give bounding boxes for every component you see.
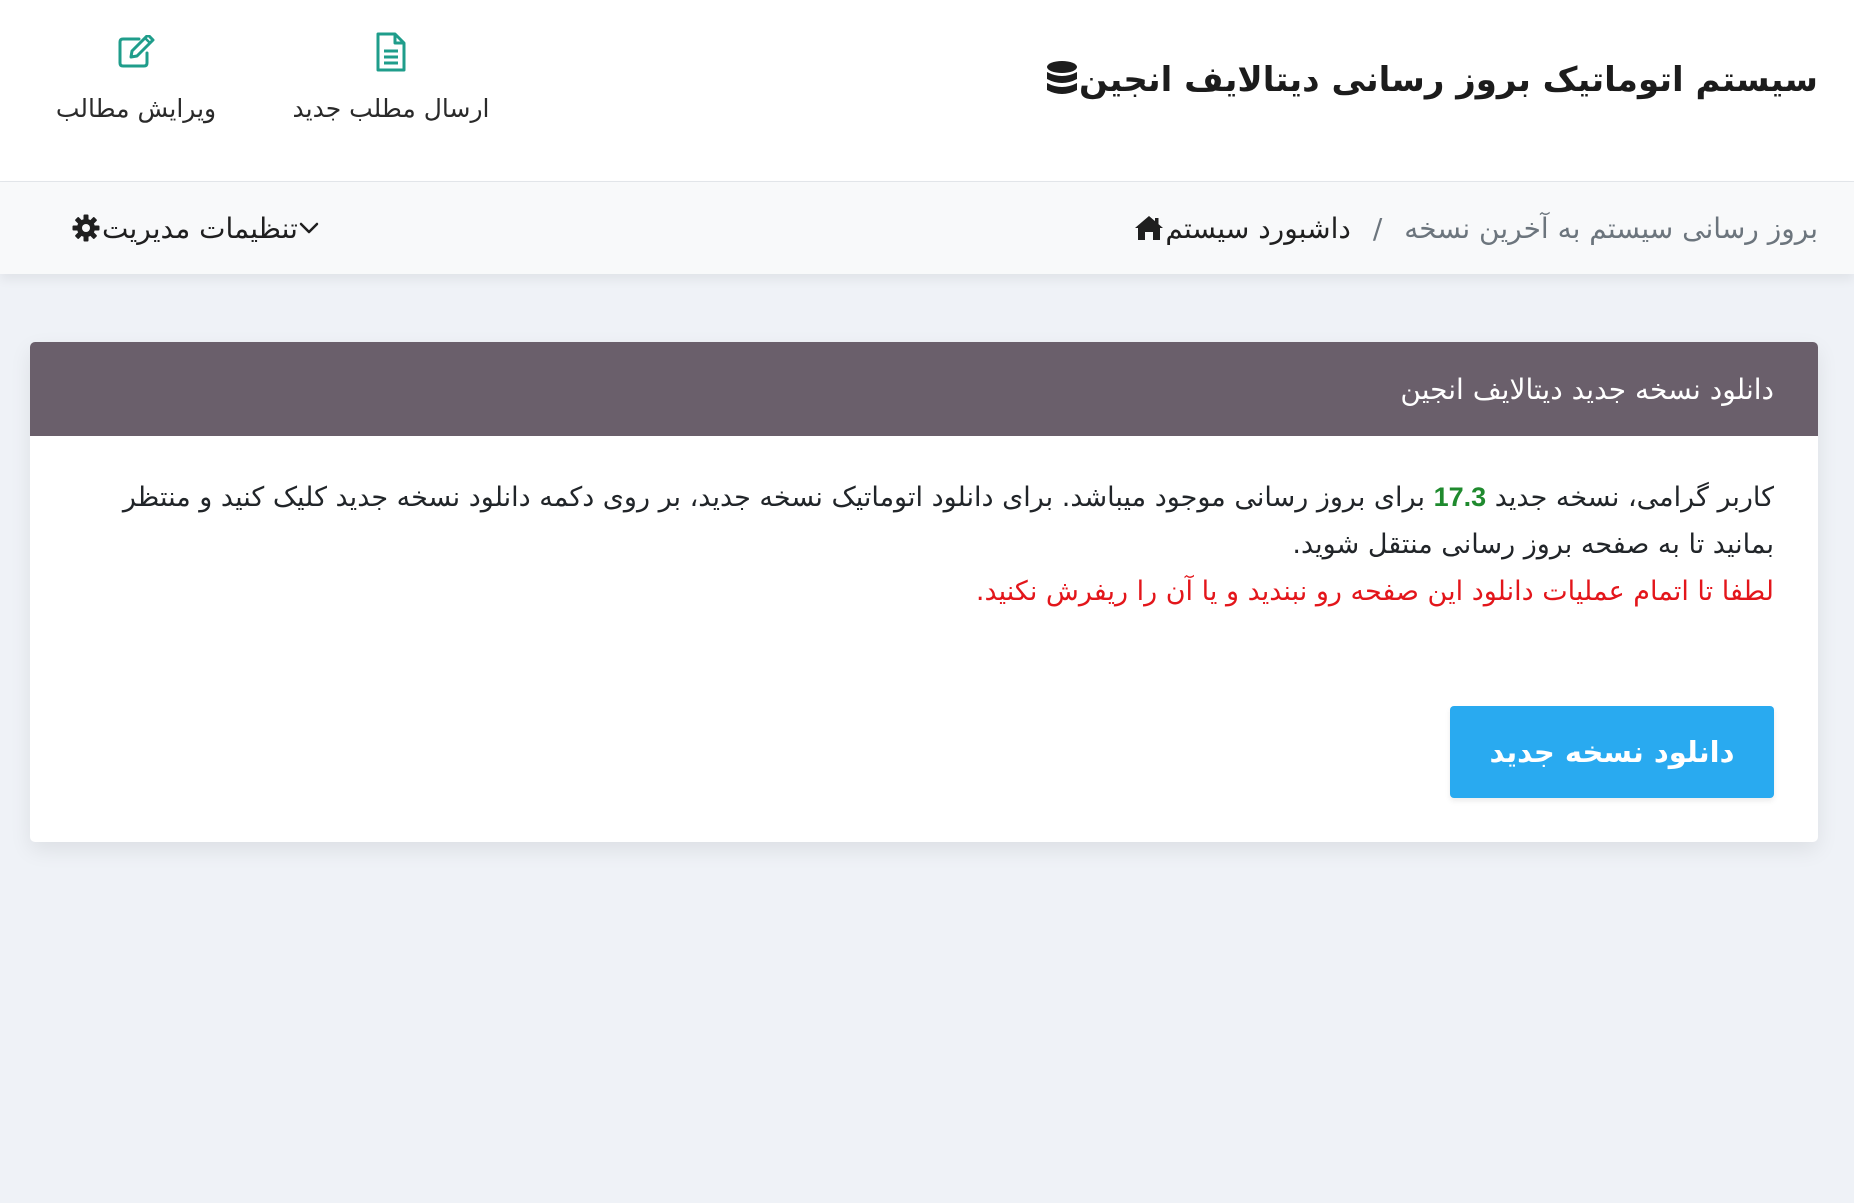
download-new-version-button[interactable]: دانلود نسخه جدید [1450,706,1774,798]
card-body: کاربر گرامی، نسخه جدید 17.3 برای بروز رس… [30,436,1818,615]
breadcrumb-separator: / [1372,211,1383,245]
version-number: 17.3 [1433,482,1487,512]
admin-settings-label: تنظیمات مدیریت [102,211,298,245]
breadcrumb-dashboard-link[interactable]: داشبورد سیستم [1165,212,1351,245]
warning-message: لطفا تا اتمام عملیات دانلود این صفحه رو … [975,576,1774,607]
breadcrumb-bar: داشبورد سیستم / بروز رسانی سیستم به آخری… [0,182,1854,274]
home-icon[interactable] [1133,213,1165,243]
brand[interactable]: سیستم اتوماتیک بروز رسانی دیتالایف انجین [1027,52,1818,108]
edit-icon [117,30,155,74]
new-post-label: ارسال مطلب جدید [292,94,490,123]
breadcrumb: داشبورد سیستم / بروز رسانی سیستم به آخری… [1117,204,1818,252]
database-icon [1045,59,1079,101]
update-card: دانلود نسخه جدید دیتالایف انجین کاربر گر… [30,342,1818,842]
message-intro: کاربر گرامی، نسخه جدید [1494,482,1774,513]
breadcrumb-current-page: بروز رسانی سیستم به آخرین نسخه [1404,211,1818,245]
admin-settings-dropdown[interactable]: تنظیمات مدیریت [56,204,328,252]
edit-posts-label: ویرایش مطالب [55,94,217,123]
card-title: دانلود نسخه جدید دیتالایف انجین [1400,372,1774,406]
top-header: سیستم اتوماتیک بروز رسانی دیتالایف انجین… [0,0,1854,182]
new-post-button[interactable]: ارسال مطلب جدید [280,30,502,123]
card-header: دانلود نسخه جدید دیتالایف انجین [30,342,1818,436]
app-title: سیستم اتوماتیک بروز رسانی دیتالایف انجین [1078,60,1818,100]
edit-posts-button[interactable]: ویرایش مطالب [40,30,232,123]
chevron-down-icon [298,217,320,239]
gear-icon [70,212,102,244]
file-text-icon [375,30,407,74]
update-message: کاربر گرامی، نسخه جدید 17.3 برای بروز رس… [74,474,1774,568]
